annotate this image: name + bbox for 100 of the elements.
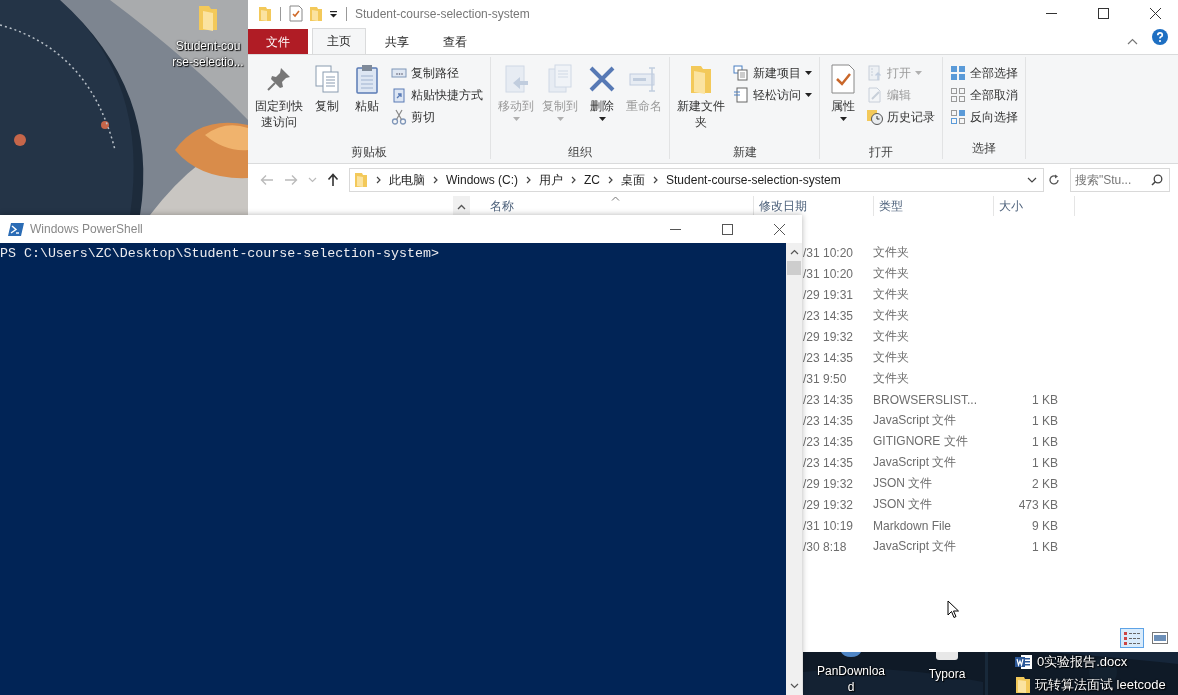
desktop-icon-label[interactable]: PanDownloa d <box>816 663 885 695</box>
help-icon[interactable] <box>1152 29 1168 45</box>
ribbon-button[interactable]: 粘贴 <box>348 61 386 143</box>
desktop-icon-label[interactable]: 玩转算法面试 leetcode <box>1035 677 1166 693</box>
chevron-right-icon[interactable] <box>571 176 576 184</box>
edit-icon <box>867 87 883 103</box>
maximize-icon <box>721 223 733 235</box>
scissors-icon <box>391 109 407 125</box>
sort-caret-icon <box>611 196 620 201</box>
scroll-up-icon[interactable] <box>457 204 466 210</box>
table-cell-text: 1 KB <box>1031 413 1058 428</box>
address-bar[interactable]: 此电脑 Windows (C:) 用户 ZC 桌面 Student-course-selection-system <box>349 168 1044 192</box>
group-label: 选择 <box>971 140 997 157</box>
table-cell-text: /23 14:35 <box>803 350 855 365</box>
ribbon-button[interactable]: 轻松访问 <box>730 85 815 105</box>
table-cell-text: /29 19:31 <box>803 287 855 302</box>
breadcrumb[interactable]: Student-course-selection-system <box>666 173 841 187</box>
ribbon-button[interactable]: 固定到快速访问 <box>252 61 306 143</box>
breadcrumb[interactable]: 此电脑 <box>389 171 425 189</box>
breadcrumb[interactable]: 用户 <box>539 171 563 189</box>
desktop-icon-label[interactable]: Typora <box>928 666 966 682</box>
window-title: Windows PowerShell <box>30 222 143 236</box>
ribbon-button[interactable]: 全部取消 <box>947 85 1021 105</box>
ribbon-button[interactable]: 反向选择 <box>947 107 1021 127</box>
ribbon-button[interactable]: 复制 <box>308 61 346 143</box>
ribbon-tab[interactable]: 主页 <box>312 28 366 54</box>
table-cell-text: /29 19:32 <box>803 497 855 512</box>
table-cell-text: /23 14:35 <box>803 455 855 470</box>
open-icon <box>867 65 883 81</box>
desktop-icon-label[interactable]: 0实验报告.docx <box>1037 654 1128 670</box>
folder-icon[interactable] <box>1015 676 1031 694</box>
ribbon-tab[interactable]: 共享 <box>370 29 424 54</box>
table-cell-text: /31 9:50 <box>803 371 848 386</box>
chevron-down-icon[interactable] <box>1027 177 1037 183</box>
details-view-button[interactable] <box>1120 628 1144 648</box>
table-cell-text: JSON 文件 <box>873 496 934 513</box>
ribbon-button[interactable]: 属性 <box>824 61 862 143</box>
ribbon-button[interactable]: 复制路径 <box>388 63 486 83</box>
table-cell-text: 文件夹 <box>873 370 910 387</box>
ribbon-button[interactable]: 全部选择 <box>947 63 1021 83</box>
column-header[interactable]: 大小 <box>999 197 1023 215</box>
dropdown-icon[interactable] <box>329 9 338 18</box>
table-cell-text: /31 10:19 <box>803 518 855 533</box>
close-icon <box>1149 8 1161 19</box>
table-cell-text: BROWSERSLIST... <box>873 392 979 407</box>
table-cell-text: JavaScript 文件 <box>873 538 958 555</box>
up-arrow-icon[interactable] <box>327 173 339 187</box>
ribbon-button[interactable]: 删除 <box>583 61 621 143</box>
breadcrumb[interactable]: ZC <box>584 173 600 187</box>
table-cell-text: /23 14:35 <box>803 392 855 407</box>
table-cell-text: /30 8:18 <box>803 539 848 554</box>
caret-icon <box>512 117 520 121</box>
scrollbar-thumb[interactable] <box>787 261 801 275</box>
maximize-icon <box>1097 8 1109 19</box>
group-label: 打开 <box>868 144 894 161</box>
scroll-down-icon[interactable] <box>789 683 799 689</box>
powershell-icon <box>8 222 24 236</box>
ribbon-tab[interactable]: 查看 <box>428 29 482 54</box>
chevron-right-icon[interactable] <box>526 176 531 184</box>
ribbon-tab[interactable]: 文件 <box>248 29 308 54</box>
console-line: PS C:\Users\ZC\Desktop\Student-course-selection-system> <box>0 245 440 262</box>
table-cell-text: /31 10:20 <box>803 266 855 281</box>
table-cell-text: 2 KB <box>1031 476 1058 491</box>
ribbon-button[interactable]: 历史记录 <box>864 107 938 127</box>
properties-icon[interactable] <box>289 5 303 22</box>
word-document-icon[interactable] <box>1015 654 1033 670</box>
column-header[interactable]: 名称 <box>490 197 514 215</box>
caret-icon <box>839 117 847 121</box>
table-cell-text: 文件夹 <box>873 328 910 345</box>
ribbon-button[interactable]: 新建项目 <box>730 63 815 83</box>
caret-icon <box>598 117 606 121</box>
breadcrumb[interactable]: 桌面 <box>621 171 645 189</box>
chevron-right-icon[interactable] <box>608 176 613 184</box>
mouse-pointer-icon <box>947 600 960 619</box>
chevron-right-icon[interactable] <box>376 176 381 184</box>
caret-icon <box>805 93 812 97</box>
window-title: Student-course-selection-system <box>355 6 530 21</box>
column-header[interactable]: 修改日期 <box>759 197 807 215</box>
folder-icon <box>354 172 368 188</box>
table-cell-text: 9 KB <box>1031 518 1058 533</box>
chevron-right-icon[interactable] <box>433 176 438 184</box>
scroll-up-icon[interactable] <box>789 249 799 255</box>
table-cell-text: 1 KB <box>1031 455 1058 470</box>
new-item-icon <box>733 65 749 81</box>
breadcrumb[interactable]: Windows (C:) <box>446 173 518 187</box>
ribbon-button[interactable]: 新建文件夹 <box>674 61 728 143</box>
collapse-ribbon-icon[interactable] <box>1127 38 1138 45</box>
refresh-icon[interactable] <box>1048 174 1060 186</box>
invert-selection-icon <box>950 109 966 125</box>
ribbon-button[interactable]: 剪切 <box>388 107 486 127</box>
path-icon <box>391 65 407 81</box>
column-header[interactable]: 类型 <box>879 197 903 215</box>
table-cell-text: 473 KB <box>1017 497 1058 512</box>
search-field[interactable]: 搜索"Stu... <box>1070 168 1170 192</box>
table-cell-text: /23 14:35 <box>803 434 855 449</box>
chevron-right-icon[interactable] <box>653 176 658 184</box>
table-cell-text: /29 19:32 <box>803 476 855 491</box>
table-cell-text: JavaScript 文件 <box>873 454 958 471</box>
ribbon-button[interactable]: 粘贴快捷方式 <box>388 85 486 105</box>
table-cell-text: 文件夹 <box>873 244 910 261</box>
